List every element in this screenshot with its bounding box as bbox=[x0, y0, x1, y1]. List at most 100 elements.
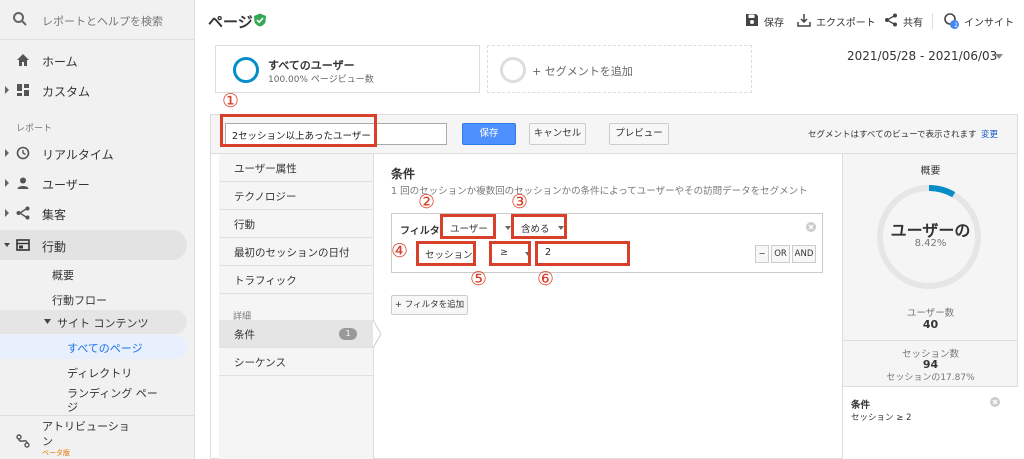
segment-criteria-menu: ユーザー属性 テクノロジー 行動 最初のセッションの日付 トラフィック 詳細 条… bbox=[219, 154, 374, 459]
menu-item-traffic[interactable]: トラフィック bbox=[219, 266, 374, 294]
sidebar-subitem-label: 行動フロー bbox=[52, 294, 107, 307]
save-icon bbox=[746, 14, 758, 26]
sidebar-subitem-label: サイト コンテンツ bbox=[57, 317, 149, 330]
annotation-number-3: ③ bbox=[511, 191, 529, 213]
selected-pointer-icon bbox=[373, 320, 381, 348]
preview-button[interactable]: プレビュー bbox=[609, 123, 669, 145]
export-button[interactable]: エクスポート bbox=[816, 14, 876, 29]
segment-color-icon bbox=[233, 57, 259, 83]
acquisition-icon bbox=[16, 206, 30, 220]
annotation-box-5 bbox=[489, 241, 531, 266]
sidebar-subitem-landing[interactable]: ランディング ペー ジ bbox=[0, 380, 190, 414]
annotation-number-4: ④ bbox=[391, 240, 409, 262]
dashboard-icon bbox=[17, 84, 29, 96]
sidebar-subitem-label: すべてのページ bbox=[67, 342, 143, 355]
segment-stats: 100.00% ページビュー数 bbox=[268, 75, 374, 85]
sidebar-subitem-label: ジ bbox=[67, 401, 78, 414]
sidebar-subitem-site-content[interactable]: サイト コンテンツ bbox=[0, 310, 187, 334]
empty-segment-icon bbox=[500, 57, 526, 83]
share-icon bbox=[885, 13, 897, 27]
remove-condition-button[interactable]: − bbox=[755, 245, 769, 263]
add-filter-button[interactable]: + フィルタを追加 bbox=[391, 295, 468, 315]
sidebar-subitem-label: 概要 bbox=[52, 269, 74, 282]
sidebar-item-audience[interactable]: ユーザー bbox=[0, 168, 195, 198]
and-button[interactable]: AND bbox=[792, 245, 816, 263]
sidebar-item-behavior[interactable]: 行動 bbox=[0, 230, 187, 260]
sidebar-subitem-all-pages[interactable]: すべてのページ bbox=[0, 335, 187, 359]
chevron-down-icon[interactable] bbox=[995, 54, 1003, 60]
sidebar-subitem-overview[interactable]: 概要 bbox=[0, 262, 190, 286]
sidebar-item-label: ン bbox=[42, 435, 53, 448]
sidebar-item-attribution[interactable]: アトリビューショ ン ベータ版 bbox=[0, 418, 195, 459]
sidebar-item-acquisition[interactable]: 集客 bbox=[0, 198, 195, 228]
caret-right-icon bbox=[5, 209, 9, 217]
annotation-box-1 bbox=[220, 114, 377, 147]
annotation-box-2 bbox=[440, 214, 496, 239]
insights-button[interactable]: インサイト bbox=[964, 14, 1014, 29]
annotation-number-1: ① bbox=[222, 90, 240, 112]
sidebar-item-custom[interactable]: カスタム bbox=[0, 75, 195, 105]
save-segment-button[interactable]: 保存 bbox=[462, 123, 516, 145]
visibility-note: セグメントはすべてのビューで表示されます bbox=[808, 130, 977, 140]
search-bar[interactable]: レポートとヘルプを検索 bbox=[0, 0, 195, 40]
or-button[interactable]: OR bbox=[771, 245, 790, 263]
summary-title: 概要 bbox=[920, 166, 941, 177]
conditions-title: 条件 bbox=[391, 167, 416, 181]
menu-item-technology[interactable]: テクノロジー bbox=[219, 182, 374, 210]
annotation-box-3 bbox=[511, 214, 567, 239]
add-segment-label: + セグメントを追加 bbox=[532, 65, 633, 78]
sidebar-item-label: ユーザー bbox=[42, 178, 90, 192]
remove-condition-icon[interactable] bbox=[990, 397, 1000, 407]
remove-filter-icon[interactable] bbox=[806, 222, 816, 232]
menu-item-behavior[interactable]: 行動 bbox=[219, 210, 374, 238]
sidebar-subitem-label: ディレクトリ bbox=[67, 367, 133, 380]
person-icon bbox=[17, 177, 29, 189]
add-segment-slot[interactable]: + セグメントを追加 bbox=[487, 45, 752, 93]
segment-editor: 2セッション以上あったユーザー 保存 キャンセル プレビュー セグメントはすべて… bbox=[210, 114, 1018, 459]
sidebar: レポートとヘルプを検索 ホーム カスタム レポート リアルタイム ユーザー 集客… bbox=[0, 0, 195, 459]
sidebar-item-home[interactable]: ホーム bbox=[0, 45, 195, 75]
segment-all-users[interactable]: すべてのユーザー 100.00% ページビュー数 bbox=[215, 45, 480, 93]
sidebar-subitem-label: ランディング ペー bbox=[67, 387, 158, 400]
caret-right-icon bbox=[5, 86, 9, 94]
menu-item-conditions[interactable]: 条件 1 bbox=[219, 320, 374, 348]
sidebar-item-realtime[interactable]: リアルタイム bbox=[0, 138, 195, 168]
users-stat-label: ユーザー数 bbox=[906, 308, 955, 319]
sidebar-item-label: カスタム bbox=[42, 85, 91, 99]
search-icon bbox=[13, 12, 27, 26]
menu-item-label: 行動 bbox=[234, 219, 255, 231]
menu-item-label: トラフィック bbox=[234, 275, 297, 287]
sidebar-item-label: 行動 bbox=[42, 240, 67, 254]
clock-icon bbox=[16, 146, 30, 160]
sidebar-section-label: レポート bbox=[16, 124, 53, 134]
date-range-picker[interactable]: 2021/05/28 - 2021/06/03 bbox=[847, 49, 997, 63]
caret-right-icon bbox=[5, 149, 9, 157]
save-report-button[interactable]: 保存 bbox=[764, 14, 784, 29]
condition-summary-card: 条件 セッション ≥ 2 bbox=[843, 386, 1018, 459]
menu-item-first-session[interactable]: 最初のセッションの日付 bbox=[219, 238, 374, 266]
export-icon bbox=[797, 14, 811, 27]
segment-summary-panel: 概要 ユーザーの 8.42% ユーザー数 40 セッション数 94 セッションの… bbox=[842, 154, 1018, 459]
users-stat-value: 40 bbox=[922, 318, 939, 331]
annotation-box-6 bbox=[535, 241, 630, 266]
annotation-number-5: ⑤ bbox=[470, 268, 488, 290]
beta-badge: ベータ版 bbox=[42, 449, 70, 457]
menu-item-label: 最初のセッションの日付 bbox=[234, 247, 350, 259]
home-icon bbox=[17, 54, 29, 66]
sidebar-item-label: 集客 bbox=[42, 208, 67, 222]
page-title: ページ bbox=[208, 13, 253, 31]
segment-name: すべてのユーザー bbox=[268, 59, 355, 72]
filter-label: フィルタ bbox=[400, 226, 440, 237]
change-visibility-link[interactable]: 変更 bbox=[981, 128, 998, 140]
sessions-stat-percent: セッションの17.87% bbox=[886, 373, 975, 383]
share-button[interactable]: 共有 bbox=[903, 14, 923, 29]
menu-item-label: シーケンス bbox=[234, 357, 286, 369]
caret-down-icon bbox=[44, 319, 51, 324]
menu-item-demographics[interactable]: ユーザー属性 bbox=[219, 154, 374, 182]
sidebar-subitem-flow[interactable]: 行動フロー bbox=[0, 287, 190, 311]
sidebar-item-label: リアルタイム bbox=[42, 148, 114, 162]
cancel-button[interactable]: キャンセル bbox=[529, 123, 586, 145]
menu-item-label: 条件 bbox=[234, 329, 255, 341]
menu-item-sequences[interactable]: シーケンス bbox=[219, 348, 374, 376]
insights-count-badge: 2 bbox=[954, 22, 958, 29]
